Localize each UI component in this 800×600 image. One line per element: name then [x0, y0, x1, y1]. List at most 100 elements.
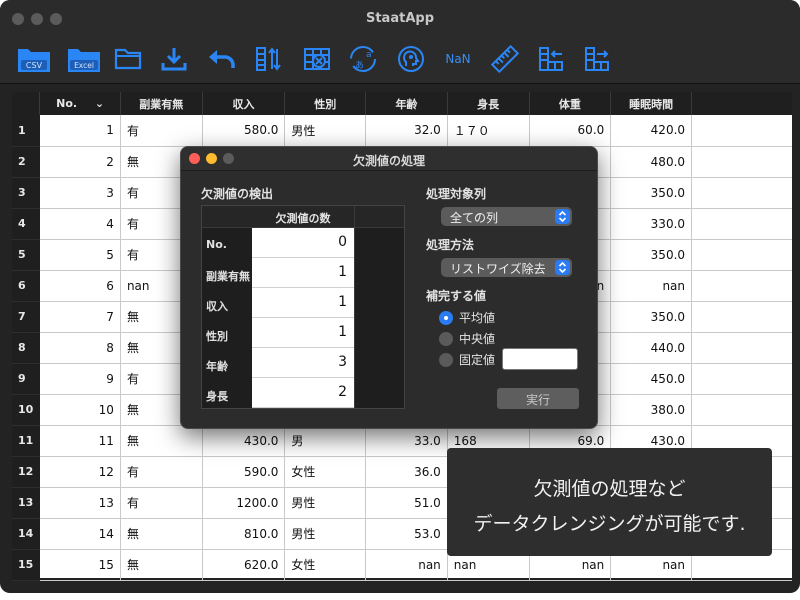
- table-cell[interactable]: 350.0: [610, 301, 693, 333]
- table-cell[interactable]: 男性: [284, 115, 367, 147]
- table-cell[interactable]: 33.0: [365, 425, 448, 457]
- table-cell[interactable]: 440.0: [610, 332, 693, 364]
- radio-median[interactable]: 中央値: [439, 330, 495, 347]
- row-number[interactable]: 14: [12, 518, 41, 550]
- convert-text-button[interactable]: a あ: [346, 42, 380, 76]
- row-number[interactable]: 4: [12, 208, 41, 240]
- table-cell[interactable]: 32.0: [365, 115, 448, 147]
- table-cell[interactable]: 有: [120, 115, 203, 147]
- table-empty-cell: [691, 115, 792, 147]
- save-button[interactable]: [158, 42, 190, 76]
- row-number[interactable]: 13: [12, 487, 41, 519]
- chevron-down-icon[interactable]: ⌄: [95, 97, 104, 110]
- sort-columns-button[interactable]: [252, 42, 286, 76]
- table-cell[interactable]: 350.0: [610, 177, 693, 209]
- table-cell[interactable]: １７０: [447, 115, 530, 147]
- table-cell[interactable]: 6: [39, 270, 121, 302]
- column-header[interactable]: 体重: [529, 92, 612, 115]
- table-cell[interactable]: 420.0: [610, 115, 693, 147]
- open-excel-button[interactable]: Excel: [64, 42, 104, 76]
- table-cell[interactable]: 450.0: [610, 363, 693, 395]
- row-number[interactable]: 7: [12, 301, 41, 333]
- row-number[interactable]: 9: [12, 363, 41, 395]
- table-cell[interactable]: 男性: [284, 518, 367, 550]
- table-cell[interactable]: 60.0: [529, 115, 612, 147]
- table-cell[interactable]: 10: [39, 394, 121, 426]
- table-cell[interactable]: 330.0: [610, 208, 693, 240]
- column-header[interactable]: 副業有無: [120, 92, 203, 115]
- row-number[interactable]: 8: [12, 332, 41, 364]
- row-number[interactable]: 2: [12, 146, 41, 178]
- table-cell[interactable]: nan: [365, 549, 448, 581]
- missing-values-button[interactable]: [300, 42, 334, 76]
- table-cell[interactable]: 36.0: [365, 456, 448, 488]
- table-cell[interactable]: 810.0: [202, 518, 286, 550]
- table-cell[interactable]: 13: [39, 487, 121, 519]
- column-header[interactable]: 睡眠時間: [610, 92, 693, 115]
- row-number[interactable]: 11: [12, 425, 41, 457]
- table-cell[interactable]: 2: [39, 146, 121, 178]
- row-number[interactable]: 3: [12, 177, 41, 209]
- column-header[interactable]: 年齢: [365, 92, 448, 115]
- table-cell[interactable]: 無: [120, 549, 203, 581]
- table-cell[interactable]: 4: [39, 208, 121, 240]
- table-cell[interactable]: 430.0: [202, 425, 286, 457]
- undo-button[interactable]: [204, 42, 238, 76]
- open-csv-button[interactable]: CSV: [14, 42, 54, 76]
- table-cell[interactable]: 1200.0: [202, 487, 286, 519]
- row-number[interactable]: 15: [12, 549, 41, 581]
- table-row[interactable]: 1 1 有 580.0 男性 32.0 １７０ 60.0 420.0: [12, 115, 792, 147]
- nan-button[interactable]: NaN: [440, 42, 476, 76]
- detect-section-label: 欠測値の検出: [201, 187, 274, 201]
- table-cell[interactable]: 8: [39, 332, 121, 364]
- method-select[interactable]: リストワイズ除去: [441, 258, 572, 277]
- table-cell[interactable]: 5: [39, 239, 121, 271]
- radio-mean[interactable]: 平均値: [439, 309, 495, 326]
- table-cell[interactable]: 無: [120, 425, 203, 457]
- open-folder-button[interactable]: [112, 42, 144, 76]
- table-cell[interactable]: 15: [39, 549, 121, 581]
- split-table-button[interactable]: [580, 42, 614, 76]
- table-cell[interactable]: 有: [120, 456, 203, 488]
- row-number[interactable]: 6: [12, 270, 41, 302]
- missing-row-count: 1: [252, 318, 354, 348]
- table-cell[interactable]: 580.0: [202, 115, 286, 147]
- target-column-select[interactable]: 全ての列: [441, 207, 572, 226]
- row-number[interactable]: 10: [12, 394, 41, 426]
- column-header[interactable]: 収入: [202, 92, 286, 115]
- table-cell[interactable]: 53.0: [365, 518, 448, 550]
- caption-line-1: 欠測値の処理など: [533, 478, 686, 500]
- row-number[interactable]: 1: [12, 115, 41, 147]
- table-cell[interactable]: 女性: [284, 549, 367, 581]
- table-cell[interactable]: 有: [120, 487, 203, 519]
- table-cell[interactable]: 7: [39, 301, 121, 333]
- table-cell[interactable]: 3: [39, 177, 121, 209]
- table-cell[interactable]: 女性: [284, 456, 367, 488]
- table-cell[interactable]: 590.0: [202, 456, 286, 488]
- table-cell[interactable]: 480.0: [610, 146, 693, 178]
- radio-fixed[interactable]: 固定値: [439, 351, 495, 368]
- column-header[interactable]: 身長: [447, 92, 530, 115]
- row-number[interactable]: 5: [12, 239, 41, 271]
- merge-table-button[interactable]: [534, 42, 568, 76]
- fixed-value-input[interactable]: [502, 348, 578, 370]
- table-cell[interactable]: 51.0: [365, 487, 448, 519]
- table-cell[interactable]: 380.0: [610, 394, 693, 426]
- table-cell[interactable]: nan: [610, 270, 693, 302]
- analysis-button[interactable]: [394, 42, 428, 76]
- table-cell[interactable]: 11: [39, 425, 121, 457]
- table-cell[interactable]: 12: [39, 456, 121, 488]
- column-header[interactable]: 性別: [284, 92, 367, 115]
- table-cell[interactable]: 14: [39, 518, 121, 550]
- table-cell[interactable]: 男: [284, 425, 367, 457]
- table-cell[interactable]: 9: [39, 363, 121, 395]
- table-cell[interactable]: 1: [39, 115, 121, 147]
- run-button[interactable]: 実行: [497, 388, 579, 409]
- table-cell[interactable]: 350.0: [610, 239, 693, 271]
- table-cell[interactable]: 620.0: [202, 549, 286, 581]
- column-header[interactable]: No. ⌄: [39, 92, 121, 115]
- table-cell[interactable]: 男性: [284, 487, 367, 519]
- row-number[interactable]: 12: [12, 456, 41, 488]
- measure-button[interactable]: [488, 42, 522, 76]
- table-cell[interactable]: 無: [120, 518, 203, 550]
